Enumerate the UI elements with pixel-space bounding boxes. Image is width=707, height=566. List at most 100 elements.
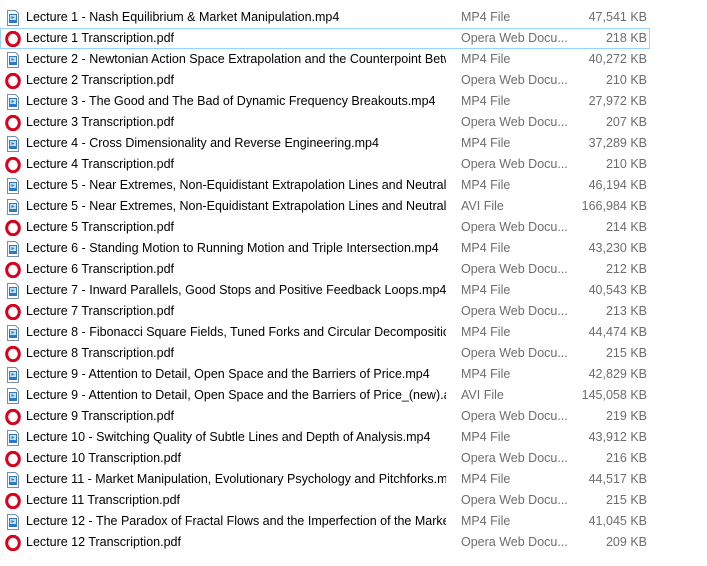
- video-file-icon: [5, 178, 21, 194]
- video-file-icon: [5, 199, 21, 215]
- video-file-icon: [5, 367, 21, 383]
- file-size: 216 KB: [605, 451, 647, 465]
- file-size: 215 KB: [605, 493, 647, 507]
- file-size: 44,474 KB: [588, 325, 647, 339]
- file-row[interactable]: Lecture 1 - Nash Equilibrium & Market Ma…: [0, 7, 650, 28]
- file-type: Opera Web Docu...: [461, 451, 568, 465]
- file-name: Lecture 4 Transcription.pdf: [26, 157, 174, 171]
- file-name: Lecture 7 Transcription.pdf: [26, 304, 174, 318]
- file-row[interactable]: Lecture 3 Transcription.pdf Opera Web Doc…: [0, 112, 650, 133]
- file-size: 219 KB: [605, 409, 647, 423]
- file-type: Opera Web Docu...: [461, 409, 568, 423]
- file-row[interactable]: Lecture 5 - Near Extremes, Non-Equidista…: [0, 175, 650, 196]
- file-row[interactable]: Lecture 6 - Standing Motion to Running M…: [0, 238, 650, 259]
- file-size: 41,045 KB: [588, 514, 647, 528]
- video-file-icon: [5, 136, 21, 152]
- file-row[interactable]: Lecture 8 Transcription.pdf Opera Web Doc…: [0, 343, 650, 364]
- video-file-icon: [5, 283, 21, 299]
- opera-pdf-icon: [5, 450, 21, 468]
- file-size: 145,058 KB: [581, 388, 647, 402]
- file-type: MP4 File: [461, 94, 511, 108]
- file-type: Opera Web Docu...: [461, 493, 568, 507]
- file-row[interactable]: Lecture 7 - Inward Parallels, Good Stops…: [0, 280, 650, 301]
- file-row[interactable]: Lecture 10 - Switching Quality of Subtle…: [0, 427, 650, 448]
- video-file-icon: [5, 241, 21, 257]
- file-row[interactable]: Lecture 1 Transcription.pdf Opera Web Doc…: [0, 28, 650, 49]
- file-size: 212 KB: [605, 262, 647, 276]
- file-name: Lecture 5 - Near Extremes, Non-Equidista…: [26, 199, 446, 213]
- opera-pdf-icon: [5, 114, 21, 132]
- file-row[interactable]: Lecture 8 - Fibonacci Square Fields, Tun…: [0, 322, 650, 343]
- file-size: 43,230 KB: [588, 241, 647, 255]
- file-row[interactable]: Lecture 4 - Cross Dimensionality and Rev…: [0, 133, 650, 154]
- file-name: Lecture 11 - Market Manipulation, Evolut…: [26, 472, 446, 486]
- file-size: 166,984 KB: [581, 199, 647, 213]
- opera-pdf-icon: [5, 261, 21, 279]
- file-type: Opera Web Docu...: [461, 115, 568, 129]
- file-name: Lecture 4 - Cross Dimensionality and Rev…: [26, 136, 379, 150]
- file-type: Opera Web Docu...: [461, 535, 568, 549]
- file-name: Lecture 2 Transcription.pdf: [26, 73, 174, 87]
- file-row[interactable]: Lecture 2 Transcription.pdf Opera Web Doc…: [0, 70, 650, 91]
- file-row[interactable]: Lecture 11 - Market Manipulation, Evolut…: [0, 469, 650, 490]
- video-file-icon: [5, 388, 21, 404]
- file-row[interactable]: Lecture 9 Transcription.pdf Opera Web Doc…: [0, 406, 650, 427]
- file-type: MP4 File: [461, 367, 511, 381]
- opera-pdf-icon: [5, 303, 21, 321]
- file-row[interactable]: Lecture 10 Transcription.pdf Opera Web Do…: [0, 448, 650, 469]
- file-row[interactable]: Lecture 3 - The Good and The Bad of Dyna…: [0, 91, 650, 112]
- file-size: 46,194 KB: [588, 178, 647, 192]
- file-type: Opera Web Docu...: [461, 31, 568, 45]
- video-file-icon: [5, 10, 21, 26]
- file-row[interactable]: Lecture 9 - Attention to Detail, Open Sp…: [0, 364, 650, 385]
- file-size: 207 KB: [605, 115, 647, 129]
- file-row[interactable]: Lecture 5 Transcription.pdf Opera Web Doc…: [0, 217, 650, 238]
- video-file-icon: [5, 514, 21, 530]
- opera-pdf-icon: [5, 492, 21, 510]
- opera-pdf-icon: [5, 345, 21, 363]
- file-name: Lecture 7 - Inward Parallels, Good Stops…: [26, 283, 446, 297]
- video-file-icon: [5, 325, 21, 341]
- file-name: Lecture 3 - The Good and The Bad of Dyna…: [26, 94, 436, 108]
- file-type: MP4 File: [461, 178, 511, 192]
- file-name: Lecture 1 Transcription.pdf: [26, 31, 174, 45]
- video-file-icon: [5, 430, 21, 446]
- file-size: 210 KB: [605, 73, 647, 87]
- video-file-icon: [5, 52, 21, 68]
- file-size: 37,289 KB: [588, 136, 647, 150]
- file-name: Lecture 8 - Fibonacci Square Fields, Tun…: [26, 325, 446, 339]
- file-row[interactable]: Lecture 6 Transcription.pdf Opera Web Doc…: [0, 259, 650, 280]
- file-name: Lecture 12 Transcription.pdf: [26, 535, 181, 549]
- file-size: 40,543 KB: [588, 283, 647, 297]
- file-row[interactable]: Lecture 12 Transcription.pdf Opera Web Do…: [0, 532, 650, 553]
- video-file-icon: [5, 94, 21, 110]
- file-row[interactable]: Lecture 7 Transcription.pdf Opera Web Doc…: [0, 301, 650, 322]
- file-row[interactable]: Lecture 9 - Attention to Detail, Open Sp…: [0, 385, 650, 406]
- file-name: Lecture 9 - Attention to Detail, Open Sp…: [26, 367, 430, 381]
- file-name: Lecture 1 - Nash Equilibrium & Market Ma…: [26, 10, 340, 24]
- file-type: AVI File: [461, 388, 504, 402]
- file-type: MP4 File: [461, 241, 511, 255]
- file-row[interactable]: Lecture 5 - Near Extremes, Non-Equidista…: [0, 196, 650, 217]
- file-size: 215 KB: [605, 346, 647, 360]
- file-size: 214 KB: [605, 220, 647, 234]
- file-name: Lecture 8 Transcription.pdf: [26, 346, 174, 360]
- file-type: MP4 File: [461, 52, 511, 66]
- file-type: MP4 File: [461, 10, 511, 24]
- file-name: Lecture 6 Transcription.pdf: [26, 262, 174, 276]
- file-row[interactable]: Lecture 11 Transcription.pdf Opera Web Do…: [0, 490, 650, 511]
- file-row[interactable]: Lecture 2 - Newtonian Action Space Extra…: [0, 49, 650, 70]
- file-row[interactable]: Lecture 12 - The Paradox of Fractal Flow…: [0, 511, 650, 532]
- file-type: MP4 File: [461, 283, 511, 297]
- opera-pdf-icon: [5, 534, 21, 552]
- file-name: Lecture 2 - Newtonian Action Space Extra…: [26, 52, 446, 66]
- file-name: Lecture 5 Transcription.pdf: [26, 220, 174, 234]
- file-size: 218 KB: [605, 31, 647, 45]
- file-name: Lecture 12 - The Paradox of Fractal Flow…: [26, 514, 446, 528]
- opera-pdf-icon: [5, 156, 21, 174]
- file-row[interactable]: Lecture 4 Transcription.pdf Opera Web Doc…: [0, 154, 650, 175]
- file-type: Opera Web Docu...: [461, 220, 568, 234]
- file-name: Lecture 9 Transcription.pdf: [26, 409, 174, 423]
- file-type: Opera Web Docu...: [461, 73, 568, 87]
- opera-pdf-icon: [5, 408, 21, 426]
